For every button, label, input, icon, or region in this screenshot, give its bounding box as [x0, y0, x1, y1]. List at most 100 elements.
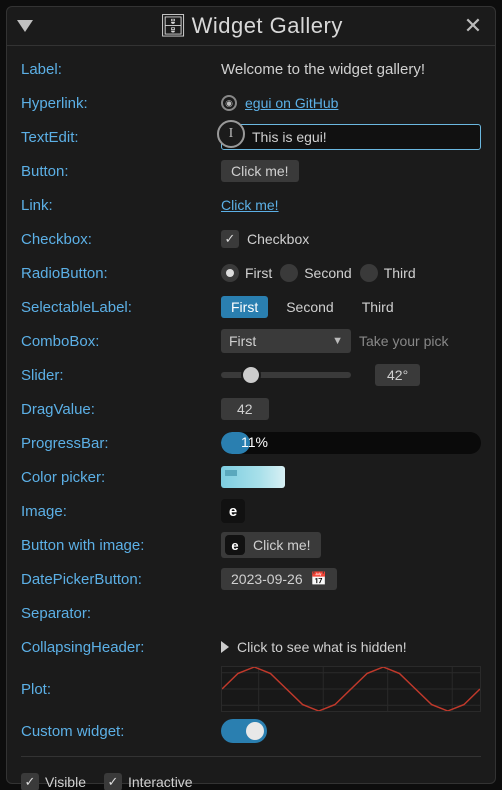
row-radio: RadioButton: First Second Third [21, 258, 481, 288]
row-image: Image: e [21, 496, 481, 526]
row-label: Label: Welcome to the widget gallery! [21, 54, 481, 84]
textedit-label: TextEdit: [21, 129, 221, 146]
interactive-text: Interactive [128, 774, 193, 790]
selectable-second[interactable]: Second [276, 296, 343, 318]
button-clickme[interactable]: Click me! [221, 160, 299, 182]
collapse-window-icon[interactable] [17, 20, 33, 32]
hyperlink-label: Hyperlink: [21, 95, 221, 112]
interactive-checkbox[interactable]: Interactive [104, 773, 193, 790]
link-clickme[interactable]: Click me! [221, 197, 279, 213]
separator-label: Separator: [21, 605, 221, 622]
textedit-wrapper: I [221, 124, 481, 150]
row-button: Button: Click me! [21, 156, 481, 186]
button-with-image[interactable]: e Click me! [221, 532, 321, 558]
chevron-down-icon: ▼ [332, 335, 343, 347]
collapsing-header[interactable]: Click to see what is hidden! [221, 639, 481, 655]
check-icon [21, 773, 39, 790]
egui-logo-icon: e [225, 535, 245, 555]
calendar-icon: 📅 [311, 571, 327, 587]
radio-second[interactable]: Second [280, 264, 351, 282]
footer-options: Visible Interactive [21, 767, 481, 790]
dragvalue-label: DragValue: [21, 401, 221, 418]
button-label: Button: [21, 163, 221, 180]
datepicker-label: DatePickerButton: [21, 571, 221, 588]
progressbar: 11% [221, 432, 481, 454]
row-collapsing: CollapsingHeader: Click to see what is h… [21, 632, 481, 662]
row-colorpicker: Color picker: [21, 462, 481, 492]
label-value: Welcome to the widget gallery! [221, 61, 481, 78]
datepicker-button[interactable]: 2023-09-26 📅 [221, 568, 337, 590]
plot-widget[interactable] [221, 666, 481, 712]
row-custom: Custom widget: [21, 716, 481, 746]
row-hyperlink: Hyperlink: ◉ egui on GitHub [21, 88, 481, 118]
link-label: Link: [21, 197, 221, 214]
row-plot: Plot: [21, 666, 481, 712]
row-selectable: SelectableLabel: First Second Third [21, 292, 481, 322]
slider[interactable] [221, 365, 351, 385]
triangle-right-icon [221, 641, 229, 653]
button-image-label: Button with image: [21, 537, 221, 554]
check-icon [104, 773, 122, 790]
collapsing-label: CollapsingHeader: [21, 639, 221, 656]
window-icon: 🗄 [159, 13, 187, 38]
radio-second-text: Second [304, 265, 351, 281]
github-icon: ◉ [221, 95, 237, 111]
selectable-first[interactable]: First [221, 296, 268, 318]
checkbox-label: Checkbox: [21, 231, 221, 248]
datepicker-value: 2023-09-26 [231, 571, 303, 587]
separator-line [21, 756, 481, 757]
radio-icon [360, 264, 378, 282]
dragvalue[interactable]: 42 [221, 398, 269, 420]
window: 🗄Widget Gallery ✕ Label: Welcome to the … [6, 6, 496, 784]
hyperlink[interactable]: egui on GitHub [245, 95, 338, 111]
window-title-text: Widget Gallery [192, 13, 343, 38]
custom-label: Custom widget: [21, 723, 221, 740]
checkbox-text: Checkbox [247, 231, 309, 247]
close-icon[interactable]: ✕ [461, 13, 485, 39]
progressbar-text: 11% [241, 434, 268, 450]
slider-value[interactable]: 42° [375, 364, 420, 386]
slider-thumb[interactable] [241, 365, 261, 385]
row-checkbox: Checkbox: Checkbox [21, 224, 481, 254]
combobox[interactable]: First ▼ [221, 329, 351, 353]
window-title: 🗄Widget Gallery [41, 13, 461, 39]
selectable-label: SelectableLabel: [21, 299, 221, 316]
toggle-switch[interactable] [221, 719, 267, 743]
combobox-label: ComboBox: [21, 333, 221, 350]
radio-third-text: Third [384, 265, 416, 281]
radio-icon [280, 264, 298, 282]
body: Label: Welcome to the widget gallery! Hy… [7, 46, 495, 790]
radio-label: RadioButton: [21, 265, 221, 282]
collapsing-text: Click to see what is hidden! [237, 639, 407, 655]
textedit-input[interactable] [221, 124, 481, 150]
combobox-selected: First [229, 333, 256, 349]
ibeam-cursor-icon: I [217, 120, 245, 148]
slider-label: Slider: [21, 367, 221, 384]
titlebar: 🗄Widget Gallery ✕ [7, 7, 495, 46]
row-combobox: ComboBox: First ▼ Take your pick [21, 326, 481, 356]
image-label: Image: [21, 503, 221, 520]
plot-label: Plot: [21, 681, 221, 698]
radio-third[interactable]: Third [360, 264, 416, 282]
row-textedit: TextEdit: I [21, 122, 481, 152]
radio-first-text: First [245, 265, 272, 281]
selectable-third[interactable]: Third [352, 296, 404, 318]
radio-icon [221, 264, 239, 282]
row-datepicker: DatePickerButton: 2023-09-26 📅 [21, 564, 481, 594]
colorpicker-label: Color picker: [21, 469, 221, 486]
label-label: Label: [21, 61, 221, 78]
visible-checkbox[interactable]: Visible [21, 773, 86, 790]
row-dragvalue: DragValue: 42 [21, 394, 481, 424]
row-separator: Separator: [21, 598, 481, 628]
combobox-hint: Take your pick [359, 333, 448, 349]
row-slider: Slider: 42° [21, 360, 481, 390]
row-link: Link: Click me! [21, 190, 481, 220]
color-swatch[interactable] [221, 466, 285, 488]
row-button-image: Button with image: e Click me! [21, 530, 481, 560]
button-image-text: Click me! [253, 537, 311, 553]
row-progressbar: ProgressBar: 11% [21, 428, 481, 458]
progressbar-label: ProgressBar: [21, 435, 221, 452]
checkbox-input[interactable] [221, 230, 239, 248]
radio-first[interactable]: First [221, 264, 272, 282]
egui-logo-icon: e [221, 499, 245, 523]
